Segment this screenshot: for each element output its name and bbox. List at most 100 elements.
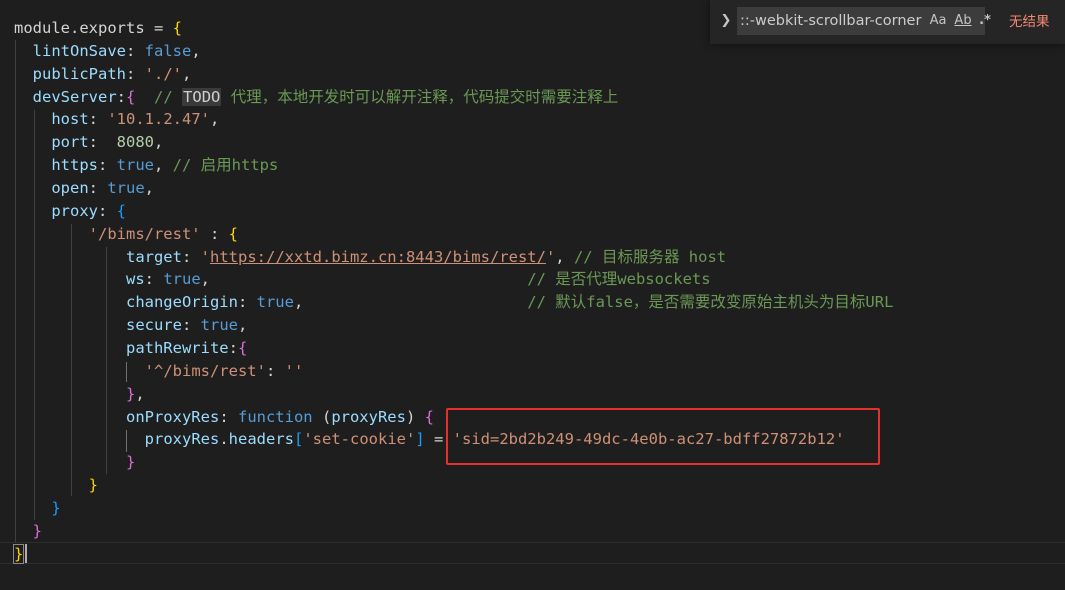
code-token-comment: 代理，本地开发时可以解开注释，代码提交时需要注释上 <box>221 87 619 106</box>
code-token-plain: , <box>154 156 173 175</box>
annotation-highlight-box <box>446 408 880 465</box>
code-token-plain: : <box>181 316 201 335</box>
code-token-property: onProxyRes <box>125 407 220 426</box>
code-token-plain: , <box>200 270 210 289</box>
code-token-plain: : <box>126 64 145 83</box>
code-token-plain: , <box>153 133 164 152</box>
code-token-keyword: true <box>256 293 294 312</box>
code-token-property: ws <box>125 270 145 289</box>
code-token-plain: : <box>181 247 201 266</box>
regex-icon[interactable]: .* <box>977 12 993 30</box>
code-token-plain: : <box>237 293 257 312</box>
code-line[interactable]: target: 'https://xxtd.bimz.cn:8443/bims/… <box>14 246 726 269</box>
code-token-keyword: function <box>237 407 313 426</box>
code-token-property: open <box>51 179 89 197</box>
chevron-right-icon[interactable]: ❯ <box>720 12 732 30</box>
code-token-bracket-blue: [ <box>293 430 304 449</box>
code-editor[interactable]: module.exports = { lintOnSave: false, pu… <box>0 0 1065 590</box>
code-token-property: proxy <box>51 201 98 220</box>
code-token-string: '' <box>284 361 304 380</box>
whole-word-icon[interactable]: Ab <box>953 12 973 30</box>
code-token-keyword: true <box>200 316 238 335</box>
code-token-bracket-gold-match: } <box>12 543 25 564</box>
code-line[interactable]: } <box>12 543 25 566</box>
code-line[interactable]: port: 8080, <box>14 131 163 154</box>
code-line[interactable]: } <box>14 497 61 520</box>
code-token-property: headers <box>228 430 294 449</box>
code-token-string: 'set-cookie' <box>303 430 416 449</box>
code-token-string: ' <box>200 247 210 266</box>
code-token-bracket-blue: { <box>116 201 127 220</box>
code-line[interactable]: secure: true, <box>14 314 247 337</box>
code-line[interactable]: }, <box>14 383 145 406</box>
code-token-plain: : <box>88 110 108 129</box>
code-token-string: '10.1.2.47' <box>107 110 210 129</box>
code-token-plain: : <box>228 338 238 357</box>
code-line[interactable]: https: true, // 启用https <box>14 154 278 177</box>
code-token-property: pathRewrite <box>125 338 229 357</box>
match-case-icon[interactable]: Aa <box>928 12 948 30</box>
find-input[interactable]: ::-webkit-scrollbar-corner Aa Ab .* <box>737 7 991 35</box>
code-token-property: host <box>51 110 89 129</box>
code-line[interactable]: ws: true, // 是否代理websockets <box>14 268 711 291</box>
code-token-bracket-blue: } <box>51 498 61 517</box>
code-token-keyword: false <box>144 41 192 60</box>
code-line[interactable]: onProxyRes: function (proxyRes) { <box>14 406 434 429</box>
code-token-plain: : <box>98 201 117 220</box>
code-line[interactable]: devServer:{ // TODO 代理，本地开发时可以解开注释，代码提交时… <box>14 86 618 109</box>
code-token-bracket-gold: } <box>88 476 98 494</box>
find-widget: ❯ ::-webkit-scrollbar-corner Aa Ab .* 无结… <box>710 0 1065 44</box>
code-token-plain: , <box>144 179 154 197</box>
code-token-plain: module <box>14 19 70 37</box>
code-line[interactable]: '^/bims/rest': '' <box>14 360 304 383</box>
code-token-todo: TODO <box>182 87 222 106</box>
code-token-plain: , <box>209 110 220 129</box>
text-cursor <box>25 544 27 563</box>
code-token-property: https <box>51 156 98 175</box>
code-line[interactable]: lintOnSave: false, <box>14 40 201 63</box>
code-line[interactable]: pathRewrite:{ <box>14 337 247 360</box>
code-line[interactable]: changeOrigin: true, // 默认false，是否需要改变原始主… <box>14 291 893 314</box>
code-token-comment: // <box>135 87 183 106</box>
code-token-plain: , <box>135 384 145 403</box>
find-input-value[interactable]: ::-webkit-scrollbar-corner <box>740 7 921 35</box>
code-token-bracket-blue: ] <box>415 430 425 449</box>
current-line-highlight <box>0 542 1065 564</box>
code-line[interactable]: module.exports = { <box>14 17 182 40</box>
code-line[interactable]: } <box>14 520 42 543</box>
code-token-property: lintOnSave <box>32 41 126 60</box>
code-token-property: changeOrigin <box>125 293 238 312</box>
code-line[interactable]: } <box>14 451 135 474</box>
code-token-property: secure <box>125 316 182 335</box>
code-token-bracket-pink: { <box>424 407 434 426</box>
code-line[interactable]: publicPath: './', <box>14 63 192 86</box>
code-token-property: target <box>125 247 182 266</box>
code-token-plain: : <box>88 133 117 152</box>
code-token-comment: // 是否代理websockets <box>210 270 711 289</box>
code-token-string: '/bims/rest' <box>88 224 201 243</box>
code-line[interactable]: host: '10.1.2.47', <box>14 108 219 131</box>
code-line[interactable]: open: true, <box>14 177 154 200</box>
code-line[interactable]: } <box>14 474 98 497</box>
code-token-bracket-gold: { <box>228 224 238 243</box>
code-token-plain: , <box>191 41 201 60</box>
code-token-plain: : <box>200 224 229 243</box>
code-token-keyword: true <box>107 179 145 197</box>
code-token-bracket-pink: } <box>125 384 136 403</box>
code-line[interactable]: proxy: { <box>14 200 126 223</box>
code-token-string: ' <box>545 247 556 266</box>
code-token-bracket-pink: { <box>126 87 136 106</box>
code-token-plain: : <box>126 41 145 60</box>
code-line[interactable]: '/bims/rest' : { <box>14 223 238 246</box>
code-token-plain: exports <box>79 19 145 37</box>
